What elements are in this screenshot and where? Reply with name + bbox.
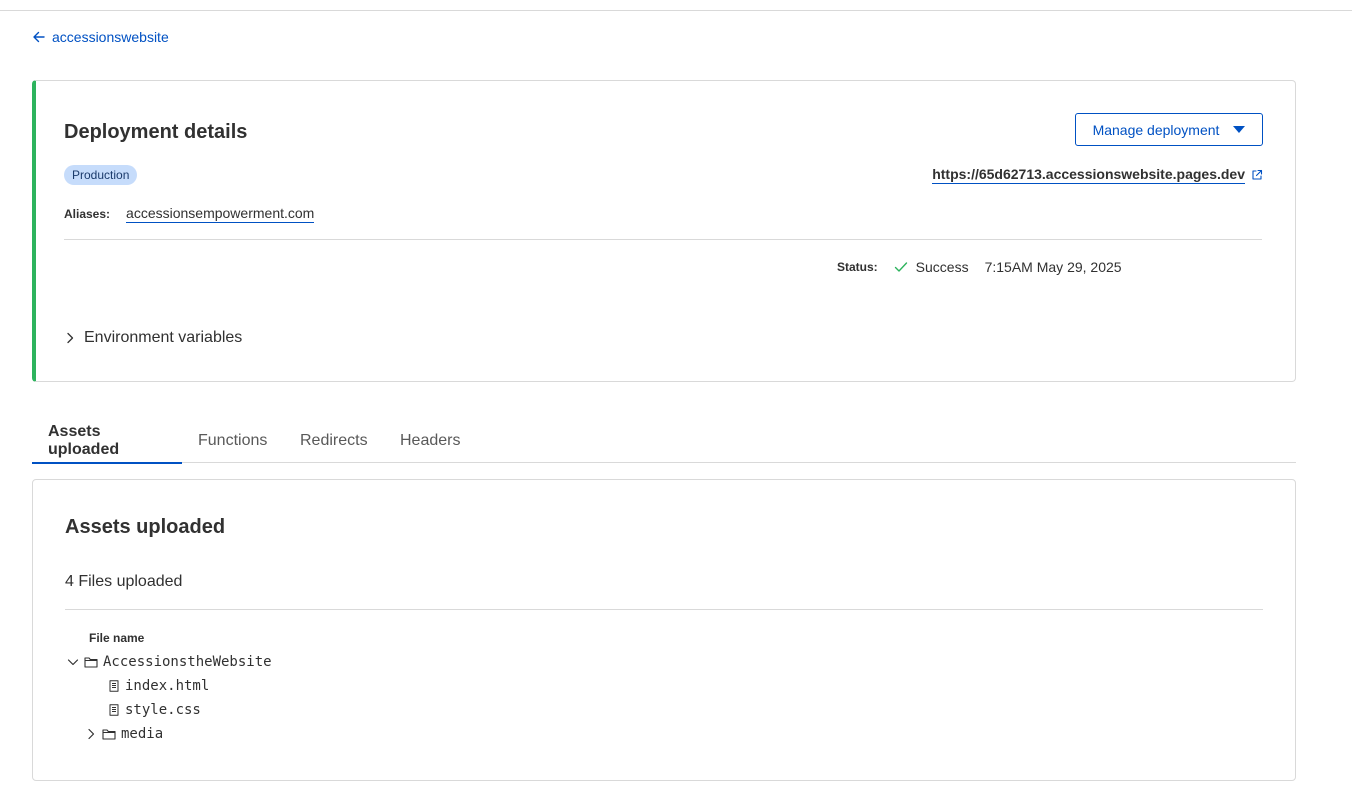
deployment-details-card: Deployment details Manage deployment Pro… [32,80,1296,382]
environment-badge: Production [64,165,138,185]
assets-uploaded-card: Assets uploaded 4 Files uploaded File na… [32,479,1296,781]
aliases-label: Aliases: [64,207,111,221]
arrow-left-icon [33,31,45,43]
folder-icon [84,657,98,668]
tree-item-folder[interactable]: media [85,724,163,744]
deployment-url: https://65d62713.accessionswebsite.pages… [932,166,1263,184]
tree-item-label: media [121,726,164,742]
back-link[interactable]: accessionswebsite [32,29,169,45]
deployment-tabs: Assets uploaded Functions Redirects Head… [32,418,1296,464]
tree-item-file[interactable]: style.css [108,700,201,720]
back-link-label[interactable]: accessionswebsite [52,29,169,45]
tab-functions[interactable]: Functions [182,418,284,463]
tree-item-folder[interactable]: AccessionstheWebsite [67,652,272,672]
files-count: 4 Files uploaded [65,573,183,590]
assets-divider [65,609,1263,610]
file-icon [109,704,119,716]
file-name-column-header: File name [89,631,145,645]
assets-uploaded-title: Assets uploaded [65,516,226,538]
manage-deployment-label: Manage deployment [1092,121,1220,138]
tab-redirects[interactable]: Redirects [284,418,384,463]
external-link-icon[interactable] [1251,169,1263,181]
status-label: Status: [837,260,878,274]
caret-down-icon [1233,126,1246,133]
alias-link[interactable]: accessionsempowerment.com [126,205,315,223]
status-value: Success [915,259,969,275]
section-divider [64,239,1262,240]
tree-item-label: index.html [125,678,210,694]
aliases-row: Aliases: accessionsempowerment.com [64,205,315,223]
tree-item-file[interactable]: index.html [108,676,209,696]
file-icon [109,680,119,692]
chevron-right-icon [67,332,74,344]
check-icon [894,262,907,272]
tree-item-label: AccessionstheWebsite [103,654,272,670]
chevron-down-icon[interactable] [67,656,79,668]
chevron-right-icon[interactable] [85,728,97,740]
manage-deployment-button[interactable]: Manage deployment [1075,113,1263,146]
top-divider [0,10,1352,11]
environment-variables-toggle[interactable]: Environment variables [64,329,242,347]
status-time: 7:15AM May 29, 2025 [984,259,1122,275]
deployment-details-title: Deployment details [64,121,248,143]
tab-headers[interactable]: Headers [384,418,474,463]
deployment-url-link[interactable]: https://65d62713.accessionswebsite.pages… [932,166,1245,184]
environment-variables-label: Environment variables [84,329,243,346]
status-row: Status: Success 7:15AM May 29, 2025 [837,259,1122,275]
tree-item-label: style.css [125,702,201,718]
folder-icon [102,729,116,740]
tab-assets-uploaded[interactable]: Assets uploaded [32,418,182,464]
